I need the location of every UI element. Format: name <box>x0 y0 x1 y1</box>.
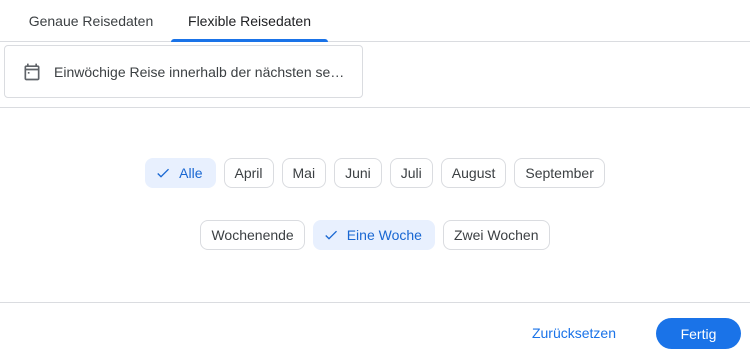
month-chip-september[interactable]: September <box>514 158 605 188</box>
tab-exact-dates[interactable]: Genaue Reisedaten <box>10 0 172 41</box>
duration-chip-eine-woche[interactable]: Eine Woche <box>312 220 435 250</box>
duration-chip-wochenende[interactable]: Wochenende <box>200 220 305 250</box>
reset-button[interactable]: Zurücksetzen <box>522 318 626 348</box>
month-chip-label: September <box>525 165 594 181</box>
duration-chip-label: Wochenende <box>211 227 294 243</box>
flexible-dates-summary-field[interactable]: Einwöchige Reise innerhalb der nächsten … <box>4 45 363 98</box>
duration-chip-label: Zwei Wochen <box>453 227 539 243</box>
month-chip-august[interactable]: August <box>440 158 507 188</box>
duration-chip-row: Wochenende Eine Woche Zwei Wochen <box>0 220 750 250</box>
calendar-icon <box>24 63 40 80</box>
month-chip-label: Mai <box>292 165 316 181</box>
month-chip-juni[interactable]: Juni <box>334 158 382 188</box>
month-chip-label: Alle <box>179 165 203 181</box>
duration-chip-zwei-wochen[interactable]: Zwei Wochen <box>442 220 550 250</box>
date-mode-tabs: Genaue Reisedaten Flexible Reisedaten <box>0 0 750 42</box>
done-button[interactable]: Fertig <box>656 318 741 349</box>
checkmark-icon <box>324 230 337 240</box>
month-chip-alle[interactable]: Alle <box>145 158 216 188</box>
tab-flexible-dates[interactable]: Flexible Reisedaten <box>171 0 328 41</box>
month-chip-label: Juni <box>345 165 371 181</box>
summary-text: Einwöchige Reise innerhalb der nächsten … <box>54 63 346 80</box>
duration-chip-label: Eine Woche <box>346 227 422 243</box>
month-chip-mai[interactable]: Mai <box>281 158 327 188</box>
month-chip-juli[interactable]: Juli <box>389 158 433 188</box>
checkmark-icon <box>157 168 170 178</box>
month-chip-label: August <box>451 165 496 181</box>
flexible-dates-panel: Genaue Reisedaten Flexible Reisedaten Ei… <box>0 0 750 359</box>
divider-top <box>0 107 750 108</box>
divider-bottom <box>0 302 750 303</box>
active-tab-indicator <box>171 39 328 42</box>
month-chip-row: Alle April Mai Juni Juli August September <box>0 158 750 188</box>
month-chip-label: Juli <box>400 165 422 181</box>
month-chip-april[interactable]: April <box>223 158 274 188</box>
month-chip-label: April <box>234 165 263 181</box>
